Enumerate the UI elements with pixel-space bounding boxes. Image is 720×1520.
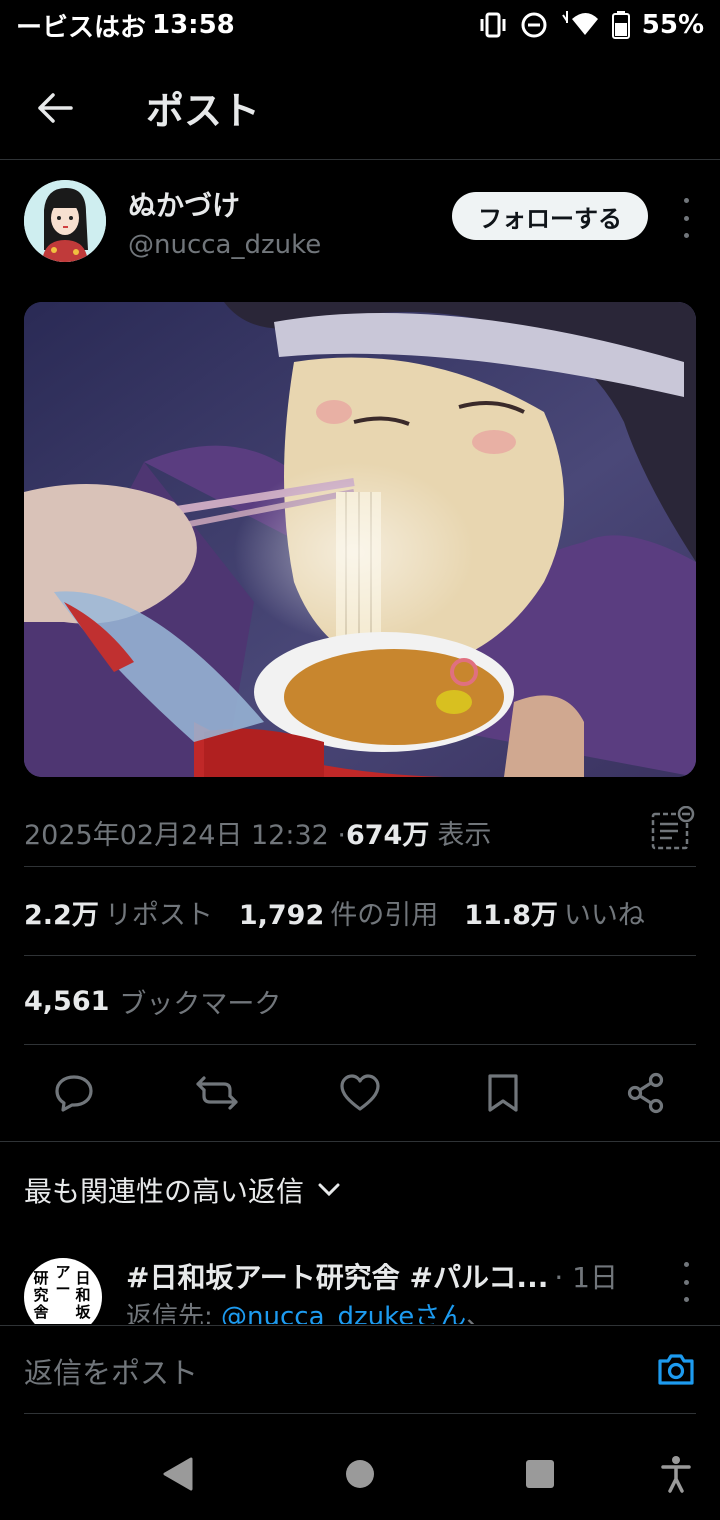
likes-stat[interactable]: 11.8万 いいね — [464, 893, 645, 932]
circle-home-icon — [346, 1460, 374, 1488]
share-icon[interactable] — [618, 1065, 674, 1121]
nav-recents-button[interactable] — [520, 1454, 560, 1494]
reply-composer[interactable]: 返信をポスト — [0, 1325, 720, 1415]
repost-icon[interactable] — [189, 1065, 245, 1121]
camera-icon[interactable] — [656, 1351, 696, 1391]
accessibility-button[interactable] — [656, 1454, 696, 1494]
reply-input[interactable]: 返信をポスト — [24, 1350, 198, 1392]
views-label: 表示 — [437, 819, 492, 851]
divider — [24, 1044, 696, 1045]
anime-illustration-ramen — [24, 302, 696, 777]
status-bar: ービスはお 13:58 55% — [0, 0, 720, 50]
reply-sort-dropdown[interactable]: 最も関連性の高い返信 — [24, 1160, 340, 1220]
bookmarks-label: ブックマーク — [119, 988, 282, 1020]
post-meta: 2025年02月24日 12:32 · 674万 表示 — [24, 800, 696, 864]
post-stats: 2.2万 リポスト 1,792 件の引用 11.8万 いいね — [24, 868, 696, 956]
divider — [0, 1141, 720, 1142]
post-author: ぬかづけ @nucca_dzuke フォローする — [24, 180, 696, 280]
chevron-down-icon — [318, 1183, 340, 1197]
action-bar — [24, 1046, 696, 1140]
views-count: 674万 — [345, 819, 430, 851]
bookmarks-count: 4,561 — [24, 985, 110, 1017]
avatar-illustration — [24, 180, 106, 262]
reply-sort-label: 最も関連性の高い返信 — [24, 1175, 305, 1208]
reply-more-options-icon[interactable] — [676, 1262, 696, 1302]
reply-time: · 1日 — [554, 1261, 618, 1294]
author-handle[interactable]: @nucca_dzuke — [128, 230, 321, 260]
divider — [24, 1413, 696, 1414]
nav-back-button[interactable] — [158, 1454, 198, 1494]
author-avatar[interactable] — [24, 180, 106, 262]
carrier-text: ービスはお — [16, 12, 146, 43]
battery-percent: 55% — [641, 10, 704, 40]
accessibility-icon — [661, 1456, 691, 1493]
status-time: 13:58 — [152, 10, 235, 40]
quotes-stat[interactable]: 1,792 件の引用 — [239, 893, 438, 932]
page-title: ポスト — [146, 89, 261, 133]
post-image[interactable] — [24, 302, 696, 777]
vibrate-icon — [480, 12, 506, 38]
wifi-icon — [561, 11, 598, 35]
status-icons: 55% — [478, 10, 704, 40]
divider — [24, 866, 696, 867]
author-display-name[interactable]: ぬかづけ — [128, 184, 321, 224]
reposts-stat[interactable]: 2.2万 リポスト — [24, 893, 213, 932]
post-timestamp[interactable]: 2025年02月24日 12:32 · — [24, 813, 346, 852]
follow-button[interactable]: フォローする — [452, 192, 648, 240]
triangle-back-icon — [163, 1457, 193, 1491]
system-nav-bar — [0, 1430, 720, 1520]
reply-avatar[interactable]: 研究舎 アー 日和坂 — [24, 1258, 102, 1324]
reply-to-handle[interactable]: @nucca_dzukeさん — [221, 1302, 466, 1324]
analytics-icon[interactable] — [650, 805, 696, 859]
back-button[interactable] — [0, 56, 110, 160]
more-options-icon[interactable] — [676, 198, 696, 238]
square-recents-icon — [526, 1460, 554, 1488]
reply-item[interactable]: 研究舎 アー 日和坂 #日和坂アート研究舎 #パルコ... · 1日 返信先: … — [24, 1250, 696, 1324]
top-bar: ポスト — [0, 56, 720, 160]
do-not-disturb-icon — [521, 12, 547, 38]
reply-header: #日和坂アート研究舎 #パルコ... · 1日 — [126, 1256, 646, 1296]
nav-home-button[interactable] — [340, 1454, 380, 1494]
bookmarks-stat[interactable]: 4,561 ブックマーク — [24, 958, 696, 1044]
battery-icon — [611, 11, 630, 39]
like-icon[interactable] — [332, 1065, 388, 1121]
bookmark-icon[interactable] — [475, 1065, 531, 1121]
arrow-left-icon — [38, 92, 73, 123]
reply-icon[interactable] — [46, 1065, 102, 1121]
divider — [24, 955, 696, 956]
author-names: ぬかづけ @nucca_dzuke — [128, 184, 321, 260]
reply-to-line: 返信先: @nucca_dzukeさん、 — [126, 1296, 492, 1324]
reply-author-name[interactable]: #日和坂アート研究舎 #パルコ... — [126, 1256, 548, 1296]
